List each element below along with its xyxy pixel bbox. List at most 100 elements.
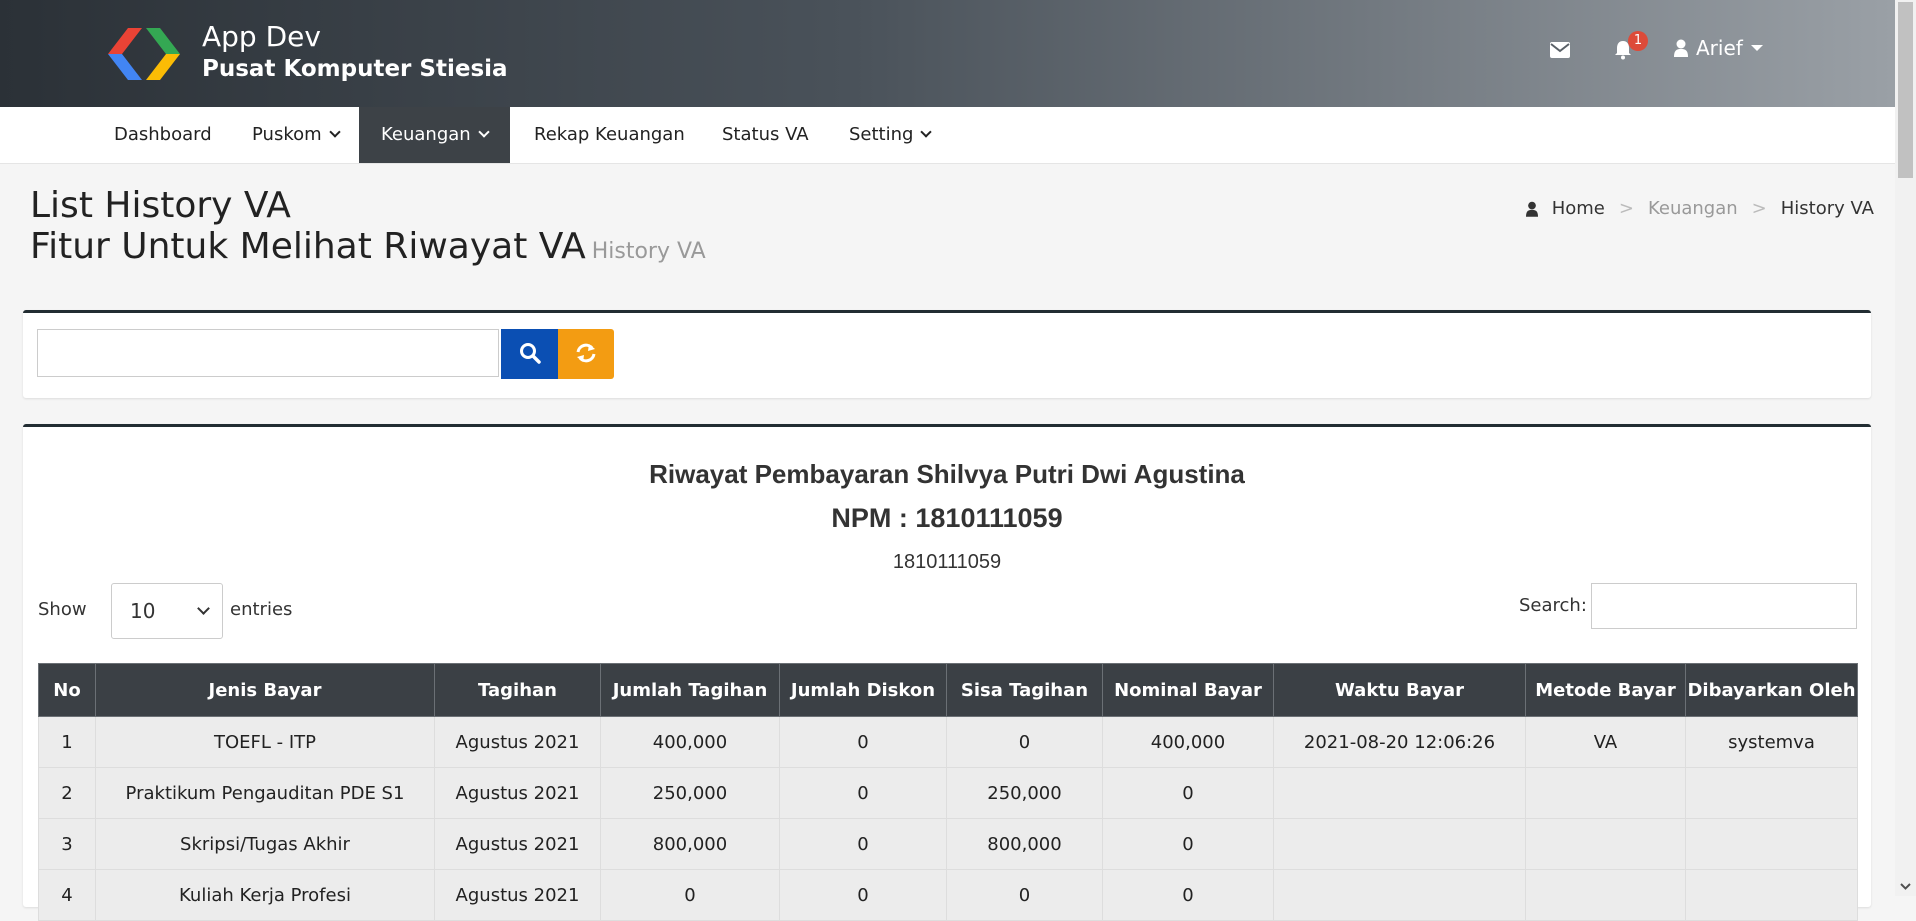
table-cell: [1273, 767, 1526, 819]
table-cell: [1685, 767, 1858, 819]
nav-status-va[interactable]: Status VA: [700, 107, 831, 163]
entries-select[interactable]: 10: [111, 583, 223, 639]
breadcrumb-separator: >: [1751, 198, 1767, 219]
table-cell: 800,000: [946, 818, 1103, 870]
table-cell: [1273, 869, 1526, 921]
column-header[interactable]: Tagihan: [434, 663, 601, 717]
table-cell: 250,000: [600, 767, 780, 819]
table-header-row: No Jenis Bayar Tagihan Jumlah Tagihan Ju…: [38, 663, 1858, 717]
notification-badge: 1: [1628, 31, 1648, 51]
table-cell: 0: [1102, 869, 1274, 921]
table-cell: 800,000: [600, 818, 780, 870]
table-cell: 0: [946, 869, 1103, 921]
app-title[interactable]: App Dev: [202, 20, 321, 53]
refresh-icon: [576, 343, 596, 362]
table-cell: 0: [779, 767, 947, 819]
table-cell: Agustus 2021: [434, 818, 601, 870]
app-subtitle: Pusat Komputer Stiesia: [202, 56, 508, 82]
table-cell: 400,000: [1102, 716, 1274, 768]
column-header[interactable]: Jumlah Tagihan: [600, 663, 780, 717]
refresh-button[interactable]: [558, 329, 614, 379]
table-cell: systemva: [1685, 716, 1858, 768]
table-cell: Praktikum Pengauditan PDE S1: [95, 767, 435, 819]
table-search-label: Search:: [1519, 595, 1587, 616]
app-logo[interactable]: [108, 28, 180, 80]
column-header[interactable]: Waktu Bayar: [1273, 663, 1526, 717]
table-cell: [1525, 869, 1686, 921]
table-search-input[interactable]: [1591, 583, 1857, 629]
user-name: Arief: [1696, 36, 1743, 60]
user-icon: [1525, 201, 1538, 217]
table-row: 4 Kuliah Kerja Profesi Agustus 2021 0 0 …: [38, 869, 1858, 921]
column-header[interactable]: Dibayarkan Oleh: [1685, 663, 1858, 717]
column-header[interactable]: Jumlah Diskon: [779, 663, 947, 717]
table-cell: 0: [779, 818, 947, 870]
history-table: No Jenis Bayar Tagihan Jumlah Tagihan Ju…: [38, 663, 1858, 921]
report-title: Riwayat Pembayaran Shilvya Putri Dwi Agu…: [649, 459, 1245, 489]
column-header[interactable]: Sisa Tagihan: [946, 663, 1103, 717]
column-header[interactable]: No: [38, 663, 96, 717]
nav-rekap-keuangan[interactable]: Rekap Keuangan: [512, 107, 707, 163]
table-cell: 0: [779, 869, 947, 921]
table-row: 2 Praktikum Pengauditan PDE S1 Agustus 2…: [38, 767, 1858, 819]
table-row: 3 Skripsi/Tugas Akhir Agustus 2021 800,0…: [38, 818, 1858, 870]
report-npm-plain: 1810111059: [892, 551, 1002, 573]
table-cell: 400,000: [600, 716, 780, 768]
page-heading: Fitur Untuk Melihat Riwayat VA History VA: [30, 226, 706, 267]
search-icon: [519, 342, 541, 364]
table-cell: 2: [38, 767, 96, 819]
breadcrumb: Home > Keuangan > History VA: [1525, 198, 1874, 219]
table-row: 1 TOEFL - ITP Agustus 2021 400,000 0 0 4…: [38, 716, 1858, 768]
breadcrumb-keuangan[interactable]: Keuangan: [1648, 198, 1738, 219]
table-cell: Skripsi/Tugas Akhir: [95, 818, 435, 870]
table-cell: VA: [1525, 716, 1686, 768]
chevron-down-icon: [328, 126, 341, 138]
chevron-down-icon: [920, 126, 933, 138]
column-header[interactable]: Jenis Bayar: [95, 663, 435, 717]
page-title: List History VA: [30, 185, 291, 226]
table-cell: 2021-08-20 12:06:26: [1273, 716, 1526, 768]
table-cell: [1525, 767, 1686, 819]
column-header[interactable]: Nominal Bayar: [1102, 663, 1274, 717]
column-header[interactable]: Metode Bayar: [1525, 663, 1686, 717]
caret-down-icon: [1750, 45, 1763, 51]
table-cell: Agustus 2021: [434, 716, 601, 768]
table-cell: 1: [38, 716, 96, 768]
table-cell: 250,000: [946, 767, 1103, 819]
nav-setting[interactable]: Setting: [827, 107, 952, 163]
table-cell: 0: [1102, 818, 1274, 870]
table-cell: 0: [600, 869, 780, 921]
chevron-down-icon: [197, 602, 210, 615]
page-scrollbar[interactable]: [1895, 0, 1916, 896]
breadcrumb-home[interactable]: Home: [1552, 198, 1605, 219]
table-cell: 0: [779, 716, 947, 768]
table-cell: 3: [38, 818, 96, 870]
report-box: Riwayat Pembayaran Shilvya Putri Dwi Agu…: [23, 424, 1871, 921]
table-cell: Kuliah Kerja Profesi: [95, 869, 435, 921]
table-cell: [1525, 818, 1686, 870]
user-icon: [1674, 39, 1688, 57]
chevron-down-icon: [478, 126, 490, 138]
table-cell: Agustus 2021: [434, 767, 601, 819]
scroll-down-arrow-icon[interactable]: [1900, 883, 1911, 890]
page-subheading: History VA: [591, 239, 706, 264]
table-cell: Agustus 2021: [434, 869, 601, 921]
breadcrumb-separator: >: [1618, 198, 1634, 219]
scrollbar-thumb[interactable]: [1898, 2, 1913, 178]
top-header: App Dev Pusat Komputer Stiesia 1 Arief: [0, 0, 1895, 107]
breadcrumb-current: History VA: [1780, 198, 1874, 219]
nav-dashboard[interactable]: Dashboard: [92, 107, 234, 163]
table-cell: [1685, 869, 1858, 921]
npm-search-input[interactable]: [37, 329, 499, 377]
table-cell: 4: [38, 869, 96, 921]
report-npm: NPM : 1810111059: [831, 503, 1063, 533]
table-cell: [1273, 818, 1526, 870]
nav-keuangan[interactable]: Keuangan: [359, 107, 510, 163]
user-menu[interactable]: Arief: [1674, 36, 1763, 60]
nav-puskom[interactable]: Puskom: [230, 107, 361, 163]
table-cell: 0: [1102, 767, 1274, 819]
show-label: Show: [38, 599, 87, 620]
main-navbar: Dashboard Puskom Keuangan Rekap Keuangan…: [0, 107, 1895, 164]
envelope-icon[interactable]: [1550, 42, 1570, 58]
search-button[interactable]: [501, 329, 558, 379]
